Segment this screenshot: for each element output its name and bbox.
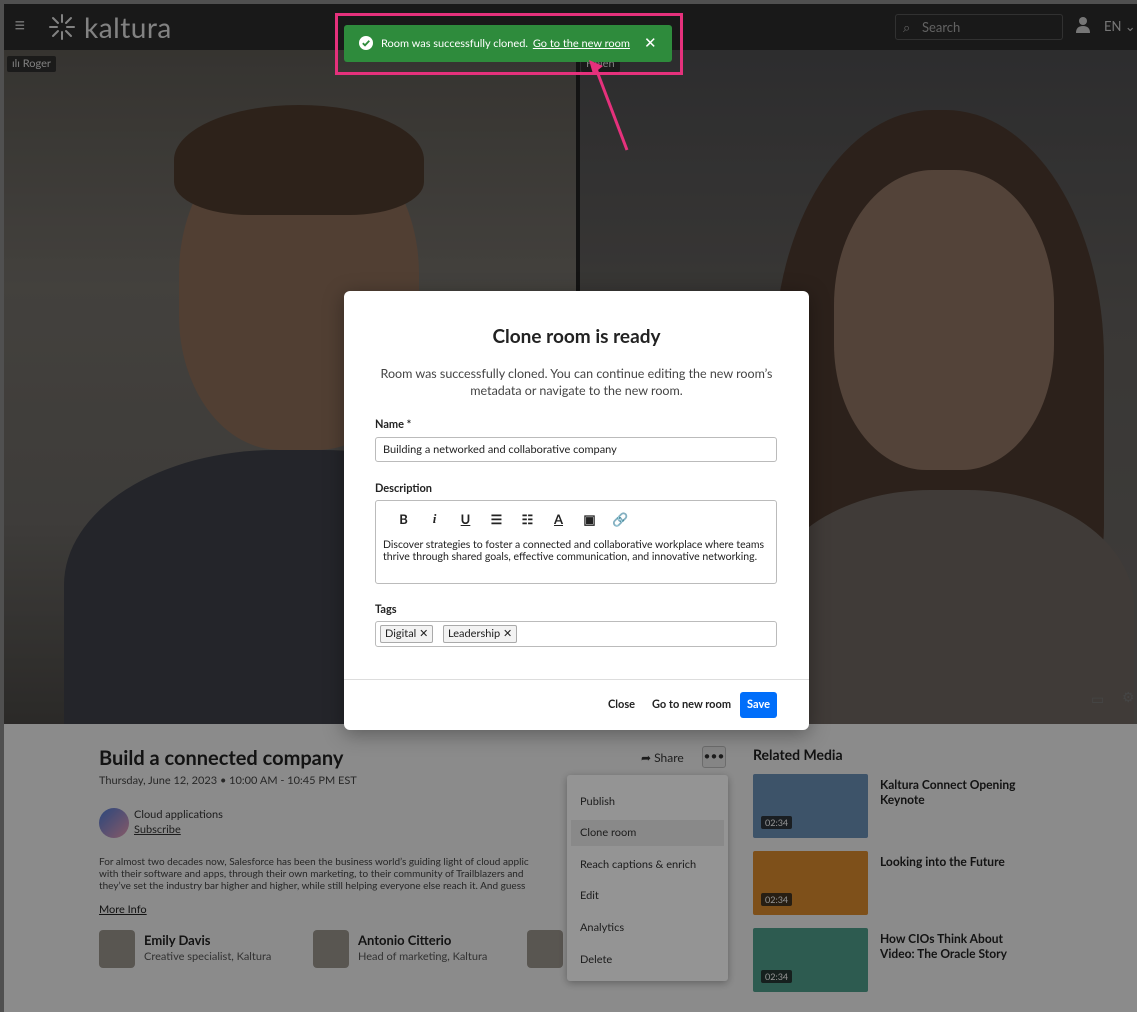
close-button[interactable]: Close: [608, 698, 635, 711]
tags-field[interactable]: Digital ✕ Leadership ✕: [375, 621, 777, 647]
tag-chip[interactable]: Digital ✕: [380, 625, 434, 643]
numbered-list-icon[interactable]: ☷: [512, 510, 543, 528]
description-editor[interactable]: B i U ☰ ☷ A ▣ 🔗 Discover strategies to f…: [375, 500, 777, 584]
tag-label: Digital: [385, 627, 417, 640]
text-color-icon[interactable]: A: [543, 510, 574, 528]
annotation-arrow-icon: [589, 60, 629, 151]
dialog-title: Clone room is ready: [492, 325, 661, 348]
tags-label: Tags: [375, 603, 397, 616]
bullet-list-icon[interactable]: ☰: [481, 510, 512, 528]
dialog-subtitle: Room was successfully cloned. You can co…: [380, 366, 773, 398]
link-icon[interactable]: 🔗: [605, 510, 636, 528]
tag-chip[interactable]: Leadership ✕: [443, 625, 518, 643]
bold-icon[interactable]: B: [388, 510, 419, 528]
close-icon[interactable]: ✕: [419, 627, 428, 640]
close-icon[interactable]: ✕: [503, 627, 512, 640]
clone-room-dialog: Clone room is ready Room was successfull…: [344, 291, 809, 730]
name-label: Name *: [375, 418, 412, 431]
image-icon[interactable]: ▣: [574, 510, 605, 528]
editor-toolbar: B i U ☰ ☷ A ▣ 🔗: [388, 510, 636, 528]
save-button[interactable]: Save: [740, 692, 777, 718]
underline-icon[interactable]: U: [450, 510, 481, 528]
italic-icon[interactable]: i: [419, 510, 450, 528]
tag-label: Leadership: [448, 627, 501, 640]
name-field[interactable]: Building a networked and collaborative c…: [375, 437, 777, 462]
description-text[interactable]: Discover strategies to foster a connecte…: [383, 539, 771, 563]
go-to-new-room-button[interactable]: Go to new room: [652, 698, 731, 711]
dialog-footer-divider: [344, 679, 809, 680]
description-label: Description: [375, 482, 432, 495]
